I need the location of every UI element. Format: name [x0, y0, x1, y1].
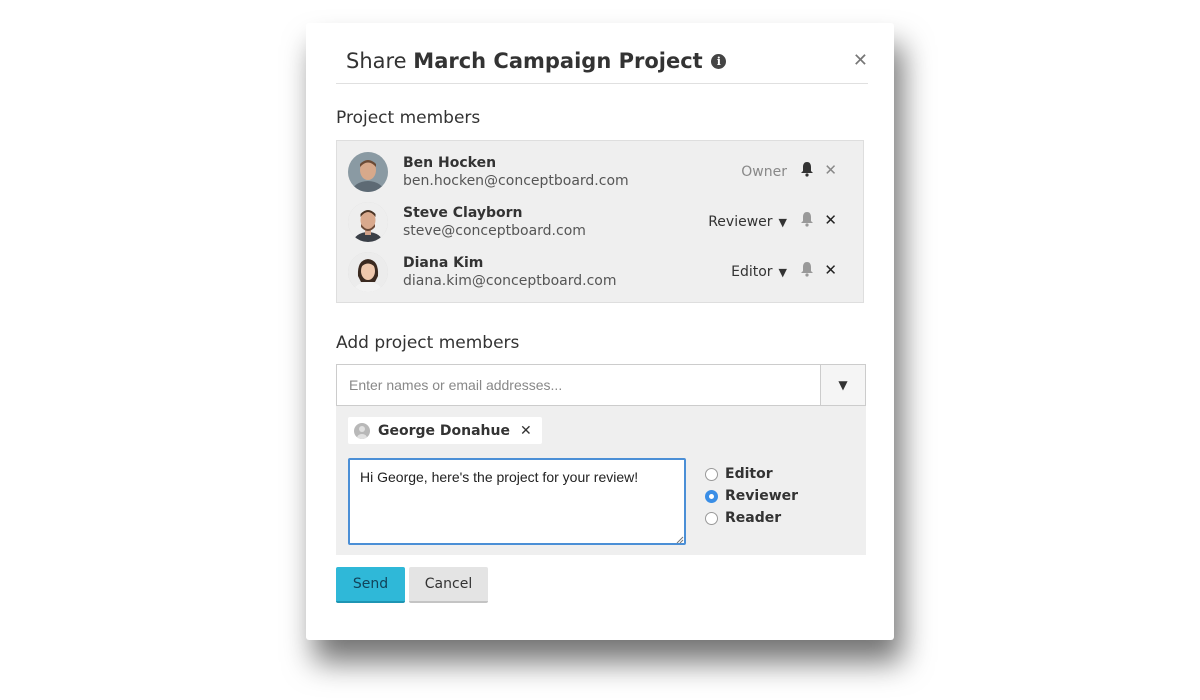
role-option-editor[interactable]: Editor [705, 463, 798, 485]
share-dialog: Share March Campaign Project i ✕ Project… [306, 23, 894, 640]
dialog-header: Share March Campaign Project i ✕ [336, 23, 868, 84]
info-icon[interactable]: i [711, 54, 727, 69]
member-name: Steve Clayborn [403, 205, 523, 221]
bell-icon[interactable] [800, 261, 814, 277]
role-option-reviewer[interactable]: Reviewer [705, 485, 798, 507]
chip-name: George Donahue [378, 422, 510, 439]
title-prefix: Share [346, 49, 407, 73]
add-members-section-title: Add project members [336, 333, 520, 353]
role-radio-group: Editor Reviewer Reader [705, 463, 798, 529]
avatar [348, 152, 388, 192]
close-icon[interactable]: ✕ [853, 51, 868, 71]
radio-button[interactable] [705, 511, 718, 525]
close-icon[interactable]: ✕ [520, 423, 532, 439]
bell-icon[interactable] [800, 161, 814, 177]
role-option-label: Reader [725, 510, 782, 526]
member-row: Diana Kim diana.kim@conceptboard.com Edi… [337, 247, 863, 297]
member-email: ben.hocken@conceptboard.com [403, 173, 629, 189]
radio-button[interactable] [705, 489, 718, 503]
member-search: ▼ [336, 364, 866, 406]
member-row: Ben Hocken ben.hocken@conceptboard.com O… [337, 147, 863, 197]
role-option-label: Reviewer [725, 488, 799, 504]
remove-member-icon[interactable]: ✕ [824, 161, 837, 179]
radio-button[interactable] [705, 467, 718, 481]
search-input[interactable] [337, 365, 821, 405]
avatar [348, 202, 388, 242]
dialog-title: Share March Campaign Project i [346, 47, 727, 75]
bell-icon[interactable] [800, 211, 814, 227]
remove-member-icon[interactable]: ✕ [824, 211, 837, 229]
member-role-label: Reviewer [708, 214, 773, 230]
avatar [354, 422, 370, 439]
member-name: Ben Hocken [403, 155, 497, 171]
project-name: March Campaign Project [413, 49, 703, 73]
members-list: Ben Hocken ben.hocken@conceptboard.com O… [336, 140, 864, 303]
members-section-title: Project members [336, 108, 481, 128]
chevron-down-icon: ▼ [778, 216, 787, 229]
member-role: Owner [741, 164, 787, 180]
chevron-down-icon: ▼ [778, 266, 787, 279]
resize-handle-icon[interactable] [676, 536, 684, 544]
member-name: Diana Kim [403, 255, 484, 271]
selected-member-chip: George Donahue ✕ [348, 417, 542, 444]
chevron-down-icon[interactable]: ▼ [820, 365, 865, 405]
send-button[interactable]: Send [336, 567, 405, 603]
member-row: Steve Clayborn steve@conceptboard.com Re… [337, 197, 863, 247]
role-option-reader[interactable]: Reader [705, 507, 798, 529]
member-role-dropdown[interactable]: Reviewer ▼ [708, 214, 787, 230]
member-role-label: Editor [731, 264, 773, 280]
role-option-label: Editor [725, 466, 773, 482]
cancel-button[interactable]: Cancel [409, 567, 488, 603]
add-members-panel: ▼ George Donahue ✕ Hi George, here's the… [336, 364, 866, 555]
remove-member-icon[interactable]: ✕ [824, 261, 837, 279]
member-email: diana.kim@conceptboard.com [403, 273, 617, 289]
message-textarea[interactable]: Hi George, here's the project for your r… [348, 458, 686, 545]
avatar [348, 252, 388, 292]
member-role-dropdown[interactable]: Editor ▼ [731, 264, 787, 280]
member-email: steve@conceptboard.com [403, 223, 586, 239]
